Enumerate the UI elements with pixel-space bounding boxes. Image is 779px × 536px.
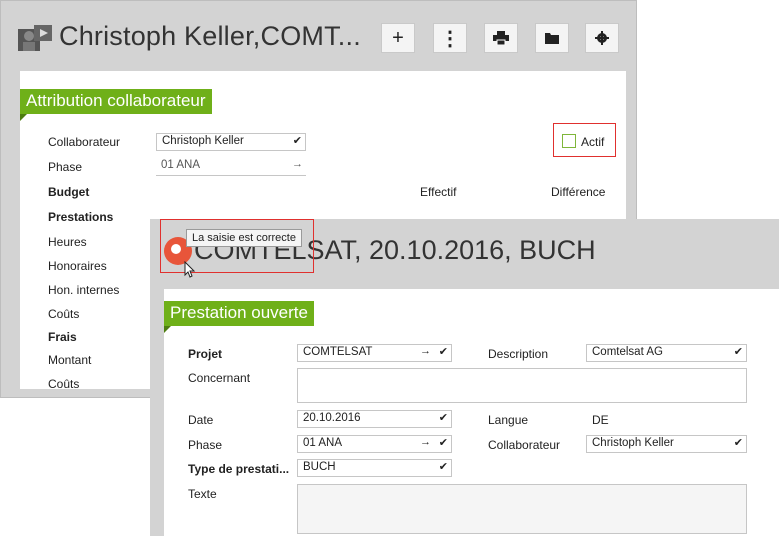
chevron-down-icon[interactable]: ✔ [439, 345, 448, 358]
phase-select[interactable]: 01 ANA → ✔ [297, 435, 452, 453]
add-button[interactable]: + [381, 23, 415, 53]
service-entry-panel: Prestation ouverte Projet COMTELSAT → ✔ … [164, 289, 779, 536]
effectif-header: Effectif [420, 185, 457, 199]
arrow-right-icon[interactable]: → [292, 158, 303, 170]
prestations-row: Prestations [48, 210, 114, 224]
date-label: Date [188, 413, 214, 427]
collaborateur-label: Collaborateur [488, 438, 561, 452]
texte-input[interactable] [297, 484, 747, 534]
date-picker[interactable]: 20.10.2016 ✔ [297, 410, 452, 428]
difference-header: Différence [551, 185, 606, 199]
section-title: Prestation ouverte [164, 301, 314, 333]
chevron-down-icon[interactable]: ✔ [734, 436, 743, 449]
project-app-icon [18, 25, 52, 51]
type-select[interactable]: BUCH ✔ [297, 459, 452, 477]
actif-label: Actif [581, 135, 605, 149]
arrow-right-icon[interactable]: → [420, 345, 431, 357]
texte-label: Texte [188, 487, 217, 501]
concernant-input[interactable] [297, 368, 747, 403]
section-title: Attribution collaborateur [20, 89, 212, 121]
collaborateur-value: Christoph Keller [162, 135, 244, 147]
projet-value: COMTELSAT [303, 346, 373, 358]
heures-row: Heures [48, 235, 87, 249]
more-button[interactable]: ⋮ [433, 23, 467, 53]
concernant-label: Concernant [188, 371, 251, 385]
couts-row: Coûts [48, 307, 80, 321]
actif-checkbox[interactable] [562, 134, 576, 148]
type-label: Type de prestati... [188, 462, 290, 476]
print-button[interactable] [484, 23, 518, 53]
collaborateur-select[interactable]: Christoph Keller ✔ [586, 435, 747, 453]
more-vertical-icon: ⋮ [440, 27, 460, 50]
description-value: Comtelsat AG [592, 346, 663, 358]
service-entry-window: COMTELSAT, 20.10.2016, BUCH La saisie es… [150, 219, 779, 536]
projet-label: Projet [188, 347, 223, 361]
mouse-cursor-icon [184, 261, 196, 278]
chevron-down-icon[interactable]: ✔ [734, 345, 743, 358]
phase-value: 01 ANA [303, 437, 342, 449]
budget-header: Budget [48, 185, 90, 199]
description-label: Description [488, 347, 549, 361]
frais-row: Frais [48, 330, 77, 344]
collaborateur-select[interactable]: Christoph Keller ✔ [156, 133, 306, 151]
collaborateur-value: Christoph Keller [592, 437, 674, 449]
honoraires-row: Honoraires [48, 259, 107, 273]
chevron-down-icon[interactable]: ✔ [439, 436, 448, 449]
date-value: 20.10.2016 [303, 412, 361, 424]
langue-value: DE [592, 413, 609, 427]
folder-button[interactable] [535, 23, 569, 53]
phase-label: Phase [48, 160, 83, 174]
chevron-down-icon[interactable]: ✔ [439, 460, 448, 473]
description-select[interactable]: Comtelsat AG ✔ [586, 344, 747, 362]
montant-row: Montant [48, 353, 92, 367]
frais-couts-row: Coûts [48, 377, 80, 391]
phase-label: Phase [188, 438, 223, 452]
langue-label: Langue [488, 413, 529, 427]
window-title: Christoph Keller,COMT... [59, 21, 361, 51]
gear-icon [595, 31, 609, 45]
settings-button[interactable] [585, 23, 619, 53]
arrow-right-icon[interactable]: → [420, 436, 431, 448]
folder-icon [545, 32, 559, 44]
type-value: BUCH [303, 461, 336, 473]
chevron-down-icon[interactable]: ✔ [439, 411, 448, 424]
hon-internes-row: Hon. internes [48, 283, 120, 297]
collaborateur-label: Collaborateur [48, 135, 121, 149]
printer-icon [493, 31, 509, 45]
projet-select[interactable]: COMTELSAT → ✔ [297, 344, 452, 362]
chevron-down-icon[interactable]: ✔ [293, 134, 302, 147]
plus-icon: + [392, 26, 404, 49]
phase-field: 01 ANA → [156, 158, 306, 176]
phase-value: 01 ANA [161, 159, 200, 171]
